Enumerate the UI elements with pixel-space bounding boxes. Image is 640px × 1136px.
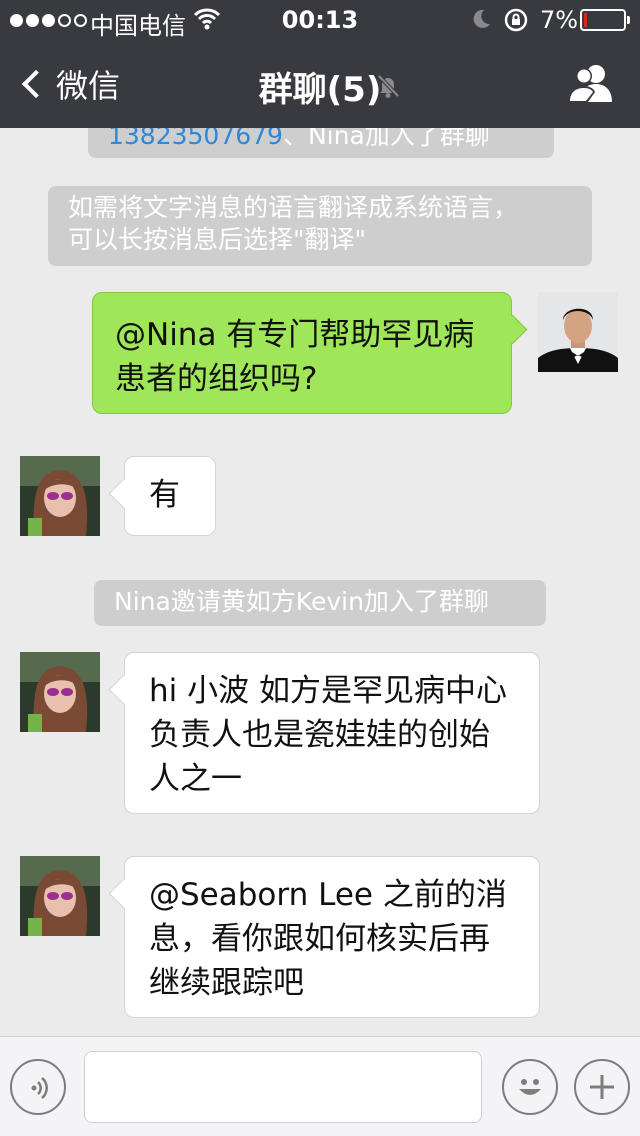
system-message-text: 、Nina加入了群聊 — [282, 128, 490, 150]
message-text-line: 息，看你跟如何核实后再 — [149, 921, 490, 957]
emoji-icon — [512, 1069, 548, 1105]
system-message-line: 如需将文字消息的语言翻译成系统语言， — [68, 193, 519, 222]
message-bubble-received[interactable]: 有 — [124, 456, 216, 536]
message-text-line: 患者的组织吗? — [115, 361, 318, 397]
plus-icon — [588, 1073, 616, 1101]
system-message-translate-hint: 如需将文字消息的语言翻译成系统语言， 可以长按消息后选择"翻译" — [48, 186, 592, 266]
do-not-disturb-icon — [470, 8, 492, 30]
system-message-join: 13823507679、Nina加入了群聊 — [88, 128, 554, 158]
input-bar — [0, 1036, 640, 1136]
top-bar: 中国电信 00:13 7% 微信 群聊(5) — [0, 0, 640, 128]
voice-button[interactable] — [10, 1059, 66, 1115]
chat-area[interactable]: 13823507679、Nina加入了群聊 如需将文字消息的语言翻译成系统语言，… — [0, 128, 640, 1036]
more-button[interactable] — [574, 1059, 630, 1115]
message-text-line: 人之一 — [149, 761, 242, 797]
message-input[interactable] — [84, 1051, 482, 1123]
rotation-lock-icon — [504, 8, 528, 32]
message-text-line: @Nina 有专门帮助罕见病 — [115, 317, 475, 353]
battery-icon — [580, 9, 630, 31]
system-message-line: 可以长按消息后选择"翻译" — [68, 225, 366, 254]
message-bubble-received[interactable]: hi 小波 如方是罕见病中心 负责人也是瓷娃娃的创始 人之一 — [124, 652, 540, 814]
voice-icon — [24, 1073, 54, 1103]
avatar-nina[interactable] — [20, 456, 100, 536]
avatar-nina[interactable] — [20, 856, 100, 936]
message-text: 有 — [149, 477, 180, 513]
message-bubble-received[interactable]: @Seaborn Lee 之前的消 息，看你跟如何核实后再 继续跟踪吧 — [124, 856, 540, 1018]
emoji-button[interactable] — [502, 1059, 558, 1115]
status-bar: 中国电信 00:13 7% — [0, 0, 640, 40]
contact-link[interactable]: 13823507679 — [108, 128, 283, 150]
message-text-line: @Seaborn Lee 之前的消 — [149, 877, 507, 913]
message-text-line: 继续跟踪吧 — [149, 965, 304, 1001]
system-message-text: Nina邀请黄如方Kevin加入了群聊 — [114, 587, 489, 616]
message-text-line: hi 小波 如方是罕见病中心 — [149, 673, 507, 709]
mute-bell-icon — [374, 72, 402, 100]
avatar-me[interactable] — [538, 292, 618, 372]
message-bubble-sent[interactable]: @Nina 有专门帮助罕见病 患者的组织吗? — [92, 292, 512, 414]
message-text-line: 负责人也是瓷娃娃的创始 — [149, 717, 490, 753]
chat-title: 群聊(5) — [258, 70, 382, 110]
system-message-invite: Nina邀请黄如方Kevin加入了群聊 — [94, 580, 546, 626]
group-members-icon[interactable] — [566, 62, 614, 106]
avatar-nina[interactable] — [20, 652, 100, 732]
battery-percent: 7% — [540, 6, 579, 34]
